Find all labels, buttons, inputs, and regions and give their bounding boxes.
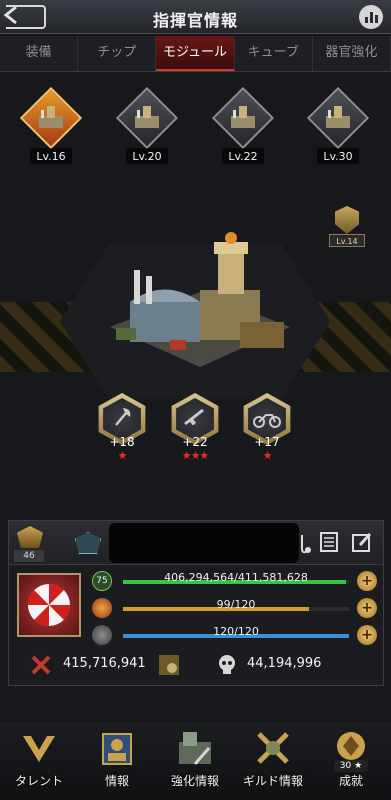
nav-talent[interactable]: タレント [0,726,78,796]
bonus-stars: ★ [262,449,273,462]
tab-module[interactable]: モジュール [156,36,235,71]
skull-icon [219,655,235,674]
factory-icon [135,106,159,128]
stamina-add-button[interactable]: + [357,598,377,618]
rifle-icon [184,408,204,426]
umbrella-emblem-icon [27,583,71,627]
achievement-count: 30 ★ [334,760,368,772]
power-detail-icon[interactable] [157,653,181,677]
bonus-value: +18 [109,435,135,449]
nav-achievement[interactable]: 30 ★ 成就 [312,726,390,796]
axe-icon [115,408,131,426]
nav-upgrade-label: 強化情報 [170,774,219,788]
factory-icon [326,106,350,128]
document-icon[interactable] [319,531,339,553]
stamina-icon [92,598,112,618]
panel-header: 46 [9,521,383,565]
kills-stat: 44,194,996 [209,651,379,679]
bonus-stars: ★ [117,449,128,462]
bonus-value: +17 [254,435,280,449]
motorcycle-icon [253,414,281,428]
stamina-row: 99/120 + [89,598,379,620]
location-icon[interactable] [297,533,313,555]
module-display [0,232,391,399]
factory-icon [39,106,63,128]
bottom-nav: タレント 情報 強化情報 ギルド情報 30 ★ 成就 [0,722,391,800]
rank-number: 46 [14,550,44,562]
tab-chip[interactable]: チップ [78,36,157,71]
nav-info[interactable]: 情報 [78,726,156,796]
nav-guild-label: ギルド情報 [242,774,303,788]
bonus-slot-3[interactable]: +17 ★ [241,393,293,465]
rank-icon [17,526,43,548]
module-level: Lv.30 [323,150,353,163]
page-title: 指揮官情報 [152,11,238,30]
tab-organ-upgrade[interactable]: 器官強化 [313,36,391,71]
guild-icon [257,732,289,764]
bonus-value: +22 [182,435,208,449]
bonus-stars: ★★★ [181,449,210,462]
hp-text: 406,294,564/411,581,628 [164,571,308,584]
tab-equipment[interactable]: 装備 [0,36,79,71]
energy-icon [92,625,112,645]
nav-info-label: 情報 [104,774,129,788]
tab-cube[interactable]: キューブ [235,36,313,71]
power-value: 415,716,941 [63,656,146,671]
stats-icon[interactable] [359,5,383,29]
module-slot-2[interactable]: Lv.20 [112,86,182,168]
talent-icon [23,736,55,762]
info-icon [102,733,132,765]
rank-shield-icon [335,206,359,234]
header-bar: 指揮官情報 [0,0,391,34]
factory-icon [231,106,255,128]
module-level: Lv.16 [36,150,66,163]
hp-add-button[interactable]: + [357,571,377,591]
factory-module-image [110,232,290,367]
guild-emblem-icon [75,532,101,554]
nav-talent-label: タレント [14,774,63,788]
module-slot-4[interactable]: Lv.30 [303,86,373,168]
bonus-slot-2[interactable]: +22 ★★★ [169,393,221,465]
module-level: Lv.20 [132,150,162,163]
redacted-name [109,523,299,563]
kills-value: 44,194,996 [247,656,322,671]
nav-achievement-label: 成就 [338,774,363,788]
energy-text: 120/120 [213,625,259,638]
module-level: Lv.22 [228,150,258,163]
hp-row: 75 406,294,564/411,581,628 + [89,571,379,593]
module-slot-3[interactable]: Lv.22 [208,86,278,168]
hp-level-badge: 75 [92,571,112,591]
commander-stats-panel: 46 75 406,294,564/411,581,628 + 99/120 +… [8,520,384,686]
bonus-slot-1[interactable]: +18 ★ [96,393,148,465]
energy-row: 120/120 + [89,625,379,647]
energy-add-button[interactable]: + [357,625,377,645]
combat-power-icon [31,655,51,675]
stamina-text: 99/120 [216,598,256,611]
upgrade-icon [179,732,211,765]
avatar[interactable] [17,573,81,637]
edit-icon[interactable] [351,531,373,553]
tab-bar: 装備 チップ モジュール キューブ 器官強化 [0,36,391,72]
nav-guild[interactable]: ギルド情報 [234,726,312,796]
nav-upgrade[interactable]: 強化情報 [156,726,234,796]
module-slot-1[interactable]: Lv.16 [16,86,86,168]
